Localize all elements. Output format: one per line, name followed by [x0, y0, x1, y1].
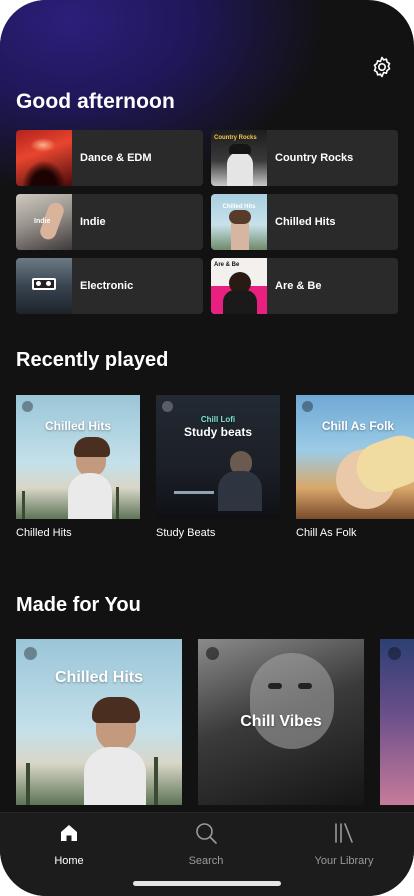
- quick-item-electronic[interactable]: Electronic: [16, 258, 203, 314]
- quick-item-are-and-be[interactable]: Are & Be Are & Be: [211, 258, 398, 314]
- quick-item-label: Are & Be: [275, 280, 322, 292]
- cover-text: Country Rocks: [214, 135, 257, 141]
- quick-item-label: Chilled Hits: [275, 216, 336, 228]
- cover-title: Study beats: [183, 425, 252, 439]
- cover-dance-edm: [16, 130, 72, 186]
- gear-icon: [373, 56, 391, 78]
- nav-library[interactable]: Your Library: [289, 821, 399, 867]
- cover-indie: Indie: [16, 194, 72, 250]
- recent-card-label: Chilled Hits: [16, 527, 72, 539]
- app-screen: Good afternoon Dance & EDM Country Rocks…: [0, 0, 414, 896]
- settings-button[interactable]: [369, 54, 395, 80]
- quick-item-indie[interactable]: Indie Indie: [16, 194, 203, 250]
- made-card-partial[interactable]: [380, 639, 414, 805]
- spotify-logo-icon: [302, 401, 313, 412]
- recent-card-study-beats[interactable]: Chill Lofi Study beats Study Beats: [156, 395, 280, 539]
- recently-played-heading: Recently played: [16, 349, 169, 371]
- quick-item-label: Electronic: [80, 280, 134, 292]
- made-card-chill-vibes[interactable]: Chill Vibes: [198, 639, 364, 805]
- cover-text: Indie: [34, 218, 51, 225]
- recent-card-label: Chill As Folk: [296, 527, 357, 539]
- search-icon: [151, 821, 261, 845]
- nav-search[interactable]: Search: [151, 821, 261, 867]
- cover-title: Chill Vibes: [240, 713, 322, 730]
- cover-chill-as-folk: Chill As Folk: [296, 395, 414, 519]
- cover-electronic: [16, 258, 72, 314]
- quick-access-grid: Dance & EDM Country Rocks Country Rocks …: [16, 130, 398, 314]
- spotify-logo-icon: [162, 401, 173, 412]
- nav-home-label: Home: [54, 855, 84, 867]
- quick-item-chilled-hits[interactable]: Chilled Hits Chilled Hits: [211, 194, 398, 250]
- spotify-logo-icon: [24, 647, 37, 660]
- cover-chilled-hits-small: Chilled Hits: [211, 194, 267, 250]
- quick-item-label: Dance & EDM: [80, 152, 152, 164]
- home-icon: [14, 821, 124, 845]
- spotify-logo-icon: [22, 401, 33, 412]
- home-indicator-bar[interactable]: [133, 881, 281, 886]
- quick-item-label: Indie: [80, 216, 106, 228]
- cover-text: Are & Be: [214, 262, 240, 268]
- made-for-you-row: Chilled Hits Chill Vibes: [16, 639, 414, 805]
- quick-item-country-rocks[interactable]: Country Rocks Country Rocks: [211, 130, 398, 186]
- cover-subtitle: Chill Lofi: [200, 415, 236, 424]
- nav-library-label: Your Library: [314, 855, 374, 867]
- made-for-you-heading: Made for You: [16, 594, 141, 616]
- library-icon: [289, 821, 399, 845]
- cover-title: Chilled Hits: [54, 669, 143, 686]
- spotify-logo-icon: [206, 647, 219, 660]
- nav-search-label: Search: [188, 855, 224, 867]
- made-card-chilled-hits[interactable]: Chilled Hits: [16, 639, 182, 805]
- cover-title: Chilled Hits: [44, 419, 111, 433]
- spotify-logo-icon: [388, 647, 401, 660]
- quick-item-dance-edm[interactable]: Dance & EDM: [16, 130, 203, 186]
- cover-title: Chill As Folk: [321, 419, 395, 433]
- cover-chilled-hits: Chilled Hits: [16, 395, 140, 519]
- quick-item-label: Country Rocks: [275, 152, 354, 164]
- recently-played-row: Chilled Hits Chilled Hits Chill Lofi Stu…: [16, 395, 414, 539]
- nav-home[interactable]: Home: [14, 821, 124, 867]
- greeting-heading: Good afternoon: [16, 90, 175, 113]
- cover-text: Chilled Hits: [222, 204, 256, 210]
- recent-card-chill-as-folk[interactable]: Chill As Folk Chill As Folk: [296, 395, 414, 539]
- cover-study-beats: Chill Lofi Study beats: [156, 395, 280, 519]
- recent-card-label: Study Beats: [156, 527, 216, 539]
- cover-are-and-be: Are & Be: [211, 258, 267, 314]
- recent-card-chilled-hits[interactable]: Chilled Hits Chilled Hits: [16, 395, 140, 539]
- cover-country-rocks: Country Rocks: [211, 130, 267, 186]
